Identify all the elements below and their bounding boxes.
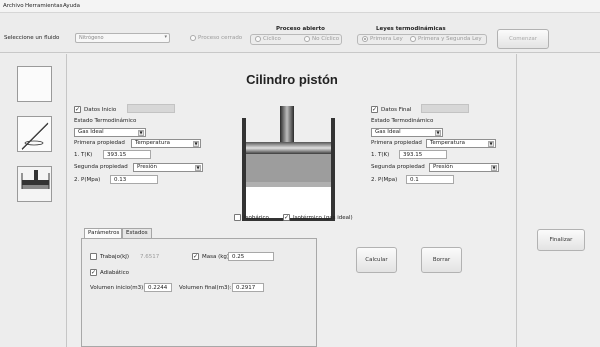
- volumen-inicio-label: Volumen inicio(m3):: [90, 285, 146, 291]
- cycle-diagram-icon: [21, 122, 49, 151]
- isobarico-label: Isobárico: [244, 215, 269, 221]
- menu-bar: Archivo Herramientas Ayuda: [0, 0, 600, 13]
- chevron-down-icon: ▼: [491, 165, 497, 171]
- ciclico-radio[interactable]: [255, 36, 261, 42]
- trabajo-checkbox[interactable]: [90, 253, 97, 260]
- fluid-label: Seleccione un fluido: [4, 35, 60, 41]
- menu-archivo[interactable]: Archivo: [3, 3, 24, 9]
- borrar-button[interactable]: Borrar: [421, 247, 462, 273]
- ciclico-label: Cíclico: [263, 36, 281, 42]
- primera-propiedad-final-value: Temperatura: [430, 140, 465, 146]
- menu-ayuda[interactable]: Ayuda: [63, 3, 80, 9]
- estado-inicio-select[interactable]: Gas Ideal ▼: [74, 128, 146, 137]
- isotermico-label: Isotérmico (gas ideal): [293, 215, 353, 221]
- datos-inicio-field: [127, 104, 175, 113]
- datos-final-label: Datos Final: [381, 107, 412, 113]
- comenzar-button[interactable]: Comenzar: [497, 29, 549, 49]
- proceso-abierto-title: Proceso abierto: [276, 26, 325, 32]
- tab-parametros[interactable]: Parámetros: [84, 228, 122, 238]
- main-panel: Cilindro pistón ✓ Datos Inicio Estado Te…: [67, 54, 517, 347]
- p1-final-label: 1. T(K): [371, 152, 390, 158]
- fluid-select-value: Nitrógeno: [79, 35, 104, 41]
- no-ciclico-label: No Cíclico: [312, 36, 340, 42]
- tab-estados[interactable]: Estados: [122, 228, 152, 238]
- right-panel: Finalizar: [517, 54, 600, 347]
- p2-inicio-label: 2. P(Mpa): [74, 177, 101, 183]
- chevron-down-icon: ▼: [435, 130, 441, 136]
- volumen-final-input[interactable]: 0.2917: [232, 283, 264, 292]
- masa-input[interactable]: 0.25: [228, 252, 274, 261]
- cycle-thumbnail[interactable]: [17, 116, 52, 152]
- primera-segunda-ley-radio[interactable]: [410, 36, 416, 42]
- proceso-cerrado-radio[interactable]: [190, 35, 196, 41]
- adiabatico-label: Adiabático: [100, 270, 129, 276]
- segunda-propiedad-inicio-label: Segunda propiedad: [74, 164, 128, 170]
- page-title: Cilindro pistón: [246, 72, 338, 87]
- estado-final-value: Gas Ideal: [375, 129, 401, 135]
- segunda-propiedad-final-value: Presión: [433, 164, 453, 170]
- segunda-propiedad-final-label: Segunda propiedad: [371, 164, 425, 170]
- toolbar: Seleccione un fluido Nitrógeno ▾ Proceso…: [0, 13, 600, 53]
- masa-checkbox[interactable]: ✓: [192, 253, 199, 260]
- chevron-down-icon: ▼: [193, 141, 199, 147]
- proceso-cerrado-label: Proceso cerrado: [198, 35, 243, 41]
- parametros-panel: Trabajo(kJ) 7.6517 ✓ Masa (kg): 0.25 ✓ A…: [81, 238, 317, 347]
- trabajo-label: Trabajo(kJ): [100, 254, 130, 260]
- sidebar: [0, 54, 67, 347]
- estado-final-select[interactable]: Gas Ideal ▼: [371, 128, 443, 137]
- adiabatico-checkbox[interactable]: ✓: [90, 269, 97, 276]
- estado-inicio-label: Estado Termodinámico: [74, 118, 137, 124]
- p1-final-input[interactable]: 393.15: [399, 150, 447, 159]
- primera-propiedad-inicio-value: Temperatura: [135, 140, 170, 146]
- volumen-inicio-input[interactable]: 0.2244: [144, 283, 172, 292]
- chevron-down-icon: ▾: [164, 34, 167, 40]
- primera-segunda-ley-label: Primera y Segunda Ley: [418, 36, 482, 42]
- primera-propiedad-final-select[interactable]: Temperatura ▼: [426, 139, 496, 148]
- isobarico-checkbox[interactable]: [234, 214, 241, 221]
- p2-final-input[interactable]: 0.1: [406, 175, 454, 184]
- datos-final-checkbox[interactable]: ✓: [371, 106, 378, 113]
- piston-icon: [21, 170, 50, 189]
- trabajo-value: 7.6517: [140, 254, 160, 260]
- estado-inicio-value: Gas Ideal: [78, 129, 104, 135]
- menu-herramientas[interactable]: Herramientas: [25, 3, 62, 9]
- datos-final-field: [421, 104, 469, 113]
- calcular-button[interactable]: Calcular: [356, 247, 397, 273]
- segunda-propiedad-final-select[interactable]: Presión ▼: [429, 163, 499, 172]
- leyes-title: Leyes termodinámicas: [376, 26, 446, 32]
- segunda-propiedad-inicio-select[interactable]: Presión ▼: [133, 163, 203, 172]
- piston-cylinder-diagram: [242, 106, 335, 221]
- isotermico-checkbox[interactable]: ✓: [283, 214, 290, 221]
- p2-final-label: 2. P(Mpa): [371, 177, 398, 183]
- chevron-down-icon: ▼: [488, 141, 494, 147]
- chevron-down-icon: ▼: [138, 130, 144, 136]
- primera-ley-radio[interactable]: [362, 36, 368, 42]
- segunda-propiedad-inicio-value: Presión: [137, 164, 157, 170]
- datos-inicio-label: Datos Inicio: [84, 107, 117, 113]
- estado-final-label: Estado Termodinámico: [371, 118, 434, 124]
- masa-label: Masa (kg):: [202, 254, 231, 260]
- volumen-final-label: Volumen final(m3):: [179, 285, 232, 291]
- blank-thumbnail[interactable]: [17, 66, 52, 102]
- finalizar-button[interactable]: Finalizar: [537, 229, 585, 251]
- datos-inicio-checkbox[interactable]: ✓: [74, 106, 81, 113]
- p1-inicio-label: 1. T(K): [74, 152, 93, 158]
- p1-inicio-input[interactable]: 393.15: [103, 150, 151, 159]
- no-ciclico-radio[interactable]: [304, 36, 310, 42]
- chevron-down-icon: ▼: [195, 165, 201, 171]
- piston-thumbnail[interactable]: [17, 166, 52, 202]
- primera-propiedad-final-label: Primera propiedad: [371, 140, 422, 146]
- p2-inicio-input[interactable]: 0.13: [110, 175, 158, 184]
- primera-propiedad-inicio-select[interactable]: Temperatura ▼: [131, 139, 201, 148]
- primera-ley-label: Primera Ley: [370, 36, 403, 42]
- fluid-select[interactable]: Nitrógeno ▾: [75, 33, 170, 43]
- primera-propiedad-inicio-label: Primera propiedad: [74, 140, 125, 146]
